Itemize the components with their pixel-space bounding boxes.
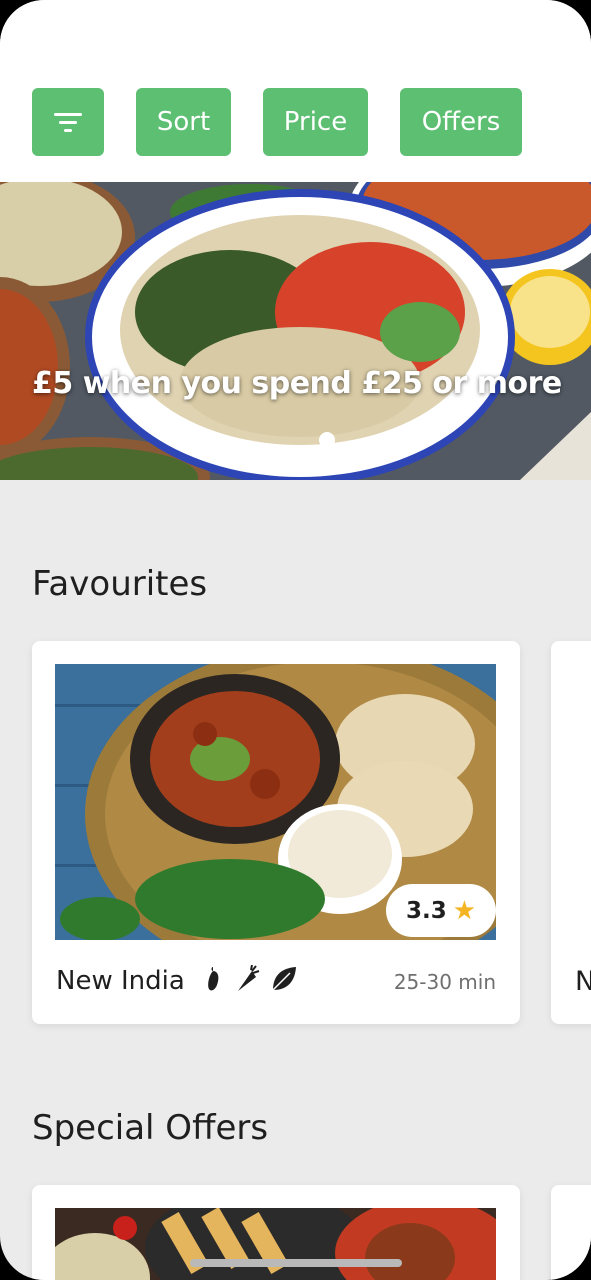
app-screen: Sort Price Offers £5 when you spend £25 …: [0, 0, 591, 1280]
restaurant-card[interactable]: 3.3 ★ New India 25-30 min: [32, 641, 520, 1024]
restaurant-name: New India: [56, 966, 185, 996]
filter-button[interactable]: [32, 88, 104, 156]
carrot-icon: [238, 965, 260, 991]
offer-image: [55, 1208, 496, 1280]
diet-icons: [202, 965, 298, 993]
offers-button[interactable]: Offers: [400, 88, 522, 156]
favourites-title: Favourites: [32, 564, 208, 604]
price-button[interactable]: Price: [263, 88, 368, 156]
delivery-time: 25-30 min: [393, 970, 496, 994]
restaurant-card-next[interactable]: N: [551, 641, 591, 1024]
filter-icon: [54, 113, 82, 132]
rating-value: 3.3: [405, 897, 447, 924]
restaurant-name-peek: N: [575, 966, 591, 997]
promo-banner[interactable]: [0, 182, 591, 480]
filter-bar: Sort Price Offers: [0, 0, 591, 182]
promo-banner-text: £5 when you spend £25 or more: [32, 366, 562, 401]
sort-button[interactable]: Sort: [136, 88, 231, 156]
home-indicator[interactable]: [190, 1259, 402, 1267]
special-offers-title: Special Offers: [32, 1108, 269, 1148]
offer-card-next[interactable]: [551, 1185, 591, 1280]
leaf-icon: [272, 967, 296, 991]
promo-food-image: [0, 182, 591, 480]
rating-badge: 3.3 ★: [386, 884, 496, 937]
restaurant-image: 3.3 ★: [55, 664, 496, 940]
carousel-page-dot[interactable]: [319, 432, 335, 448]
star-icon: ★: [452, 895, 477, 926]
chili-icon: [208, 967, 219, 991]
